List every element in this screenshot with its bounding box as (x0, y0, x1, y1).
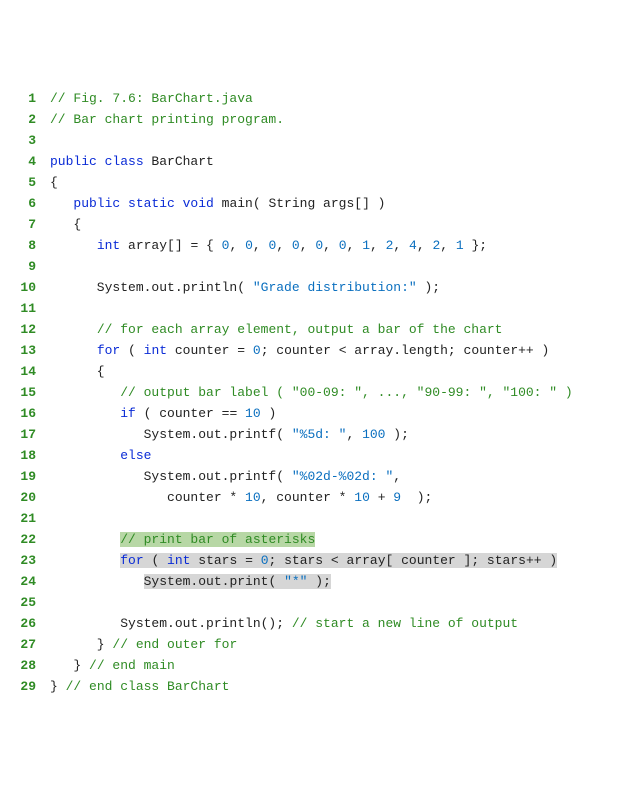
code-content: System.out.println( "Grade distribution:… (50, 277, 440, 298)
code-content: { (50, 172, 58, 193)
code-line: 18 else (8, 445, 622, 466)
code-content: // print bar of asterisks (50, 529, 315, 550)
code-line: 2 // Bar chart printing program. (8, 109, 622, 130)
code-line: 26 System.out.println(); // start a new … (8, 613, 622, 634)
code-line: 17 System.out.printf( "%5d: ", 100 ); (8, 424, 622, 445)
line-number: 5 (8, 172, 36, 193)
code-line: 23 for ( int stars = 0; stars < array[ c… (8, 550, 622, 571)
line-number: 22 (8, 529, 36, 550)
line-number: 13 (8, 340, 36, 361)
code-content: // Fig. 7.6: BarChart.java (50, 88, 253, 109)
code-content: { (50, 361, 105, 382)
code-content: } // end class BarChart (50, 676, 229, 697)
line-number: 18 (8, 445, 36, 466)
code-content: } // end main (50, 655, 175, 676)
line-number: 11 (8, 298, 36, 319)
line-number: 12 (8, 319, 36, 340)
code-line: 11 (8, 298, 622, 319)
line-number: 9 (8, 256, 36, 277)
code-line: 4 public class BarChart (8, 151, 622, 172)
code-listing: 1 // Fig. 7.6: BarChart.java 2 // Bar chart… (8, 88, 622, 697)
code-content: for ( int counter = 0; counter < array.l… (50, 340, 549, 361)
code-content: } // end outer for (50, 634, 237, 655)
code-content: public class BarChart (50, 151, 214, 172)
line-number: 15 (8, 382, 36, 403)
line-number: 28 (8, 655, 36, 676)
line-number: 29 (8, 676, 36, 697)
code-line: 19 System.out.printf( "%02d-%02d: ", (8, 466, 622, 487)
code-line: 12 // for each array element, output a b… (8, 319, 622, 340)
code-line: 9 (8, 256, 622, 277)
code-content: counter * 10, counter * 10 + 9 ); (50, 487, 432, 508)
line-number: 27 (8, 634, 36, 655)
line-number: 24 (8, 571, 36, 592)
line-number: 20 (8, 487, 36, 508)
code-line: 21 (8, 508, 622, 529)
code-content: System.out.printf( "%02d-%02d: ", (50, 466, 401, 487)
line-number: 19 (8, 466, 36, 487)
code-line: 27 } // end outer for (8, 634, 622, 655)
code-line: 24 System.out.print( "*" ); (8, 571, 622, 592)
code-line: 7 { (8, 214, 622, 235)
line-number: 2 (8, 109, 36, 130)
line-number: 17 (8, 424, 36, 445)
code-content: // for each array element, output a bar … (50, 319, 502, 340)
code-line: 15 // output bar label ( "00-09: ", ...,… (8, 382, 622, 403)
code-content: else (50, 445, 151, 466)
code-line: 14 { (8, 361, 622, 382)
line-number: 14 (8, 361, 36, 382)
code-line: 16 if ( counter == 10 ) (8, 403, 622, 424)
code-line: 5{ (8, 172, 622, 193)
code-content: int array[] = { 0, 0, 0, 0, 0, 0, 1, 2, … (50, 235, 487, 256)
line-number: 6 (8, 193, 36, 214)
line-number: 21 (8, 508, 36, 529)
code-line: 8 int array[] = { 0, 0, 0, 0, 0, 0, 1, 2… (8, 235, 622, 256)
code-line: 29 } // end class BarChart (8, 676, 622, 697)
code-content: System.out.printf( "%5d: ", 100 ); (50, 424, 409, 445)
code-content: System.out.println(); // start a new lin… (50, 613, 518, 634)
code-content: public static void main( String args[] ) (50, 193, 385, 214)
code-content: // Bar chart printing program. (50, 109, 284, 130)
code-line: 28 } // end main (8, 655, 622, 676)
line-number: 8 (8, 235, 36, 256)
code-line: 1 // Fig. 7.6: BarChart.java (8, 88, 622, 109)
code-line: 6 public static void main( String args[]… (8, 193, 622, 214)
line-number: 7 (8, 214, 36, 235)
code-line: 13 for ( int counter = 0; counter < arra… (8, 340, 622, 361)
code-content: // output bar label ( "00-09: ", ..., "9… (50, 382, 573, 403)
line-number: 16 (8, 403, 36, 424)
line-number: 1 (8, 88, 36, 109)
line-number: 4 (8, 151, 36, 172)
code-line: 3 (8, 130, 622, 151)
line-number: 26 (8, 613, 36, 634)
code-content: for ( int stars = 0; stars < array[ coun… (50, 550, 557, 571)
line-number: 10 (8, 277, 36, 298)
line-number: 25 (8, 592, 36, 613)
code-content: { (50, 214, 81, 235)
line-number: 3 (8, 130, 36, 151)
code-line: 20 counter * 10, counter * 10 + 9 ); (8, 487, 622, 508)
code-line: 10 System.out.println( "Grade distributi… (8, 277, 622, 298)
code-content: if ( counter == 10 ) (50, 403, 276, 424)
line-number: 23 (8, 550, 36, 571)
code-line: 25 (8, 592, 622, 613)
code-line: 22 // print bar of asterisks (8, 529, 622, 550)
code-content: System.out.print( "*" ); (50, 571, 331, 592)
